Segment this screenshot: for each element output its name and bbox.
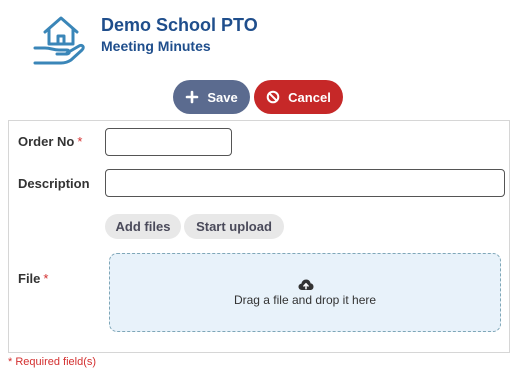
start-upload-button[interactable]: Start upload: [184, 214, 284, 239]
cancel-button-label: Cancel: [288, 89, 331, 105]
organization-name: Demo School PTO: [101, 15, 258, 35]
file-label-text: File: [18, 271, 41, 286]
required-fields-note: * Required field(s): [8, 356, 97, 368]
cloud-upload-icon: [298, 278, 314, 292]
save-button[interactable]: Save: [173, 80, 250, 114]
house-in-hand-icon: [31, 8, 89, 68]
cancel-button[interactable]: Cancel: [254, 80, 343, 114]
file-label: File *: [18, 271, 48, 286]
order-no-label-text: Order No: [18, 134, 75, 149]
ban-icon: [266, 90, 280, 104]
description-input[interactable]: [105, 169, 505, 197]
plus-icon: [185, 90, 199, 104]
description-label: Description: [18, 176, 90, 191]
dropzone-instructions: Drag a file and drop it here: [233, 293, 377, 307]
order-no-input[interactable]: [105, 128, 232, 156]
add-files-button[interactable]: Add files: [105, 214, 181, 239]
file-dropzone[interactable]: Drag a file and drop it here: [109, 253, 501, 332]
required-marker: *: [43, 271, 49, 286]
meeting-minutes-form-page: Demo School PTO Meeting Minutes Save Can…: [0, 0, 519, 380]
page-title: Meeting Minutes: [101, 38, 211, 54]
save-button-label: Save: [207, 89, 238, 105]
required-marker: *: [77, 134, 83, 149]
order-no-label: Order No *: [18, 134, 82, 149]
